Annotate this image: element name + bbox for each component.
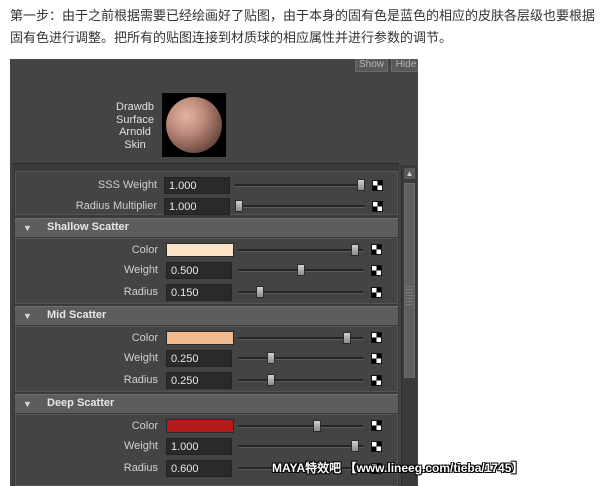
mid-scatter-title: Mid Scatter [47,309,107,321]
sss-weight-field[interactable]: 1.000 [164,177,230,194]
collapse-triangle-icon[interactable]: ▼ [23,220,32,236]
deep-scatter-title: Deep Scatter [47,397,115,409]
deep-color-label: Color [131,420,158,432]
radius-multiplier-label: Radius Multiplier [75,200,157,212]
sss-weight-label: SSS Weight [97,179,157,191]
show-button[interactable]: Show [355,59,388,72]
sss-weight-map-button[interactable] [372,180,383,191]
mid-radius-slider[interactable] [238,379,363,382]
shallow-weight-map-button[interactable] [371,265,382,276]
radius-multiplier-slider-handle[interactable] [235,200,243,212]
mid-color-map-button[interactable] [371,332,382,343]
deep-color-slider[interactable] [238,425,363,428]
scroll-up-arrow-icon[interactable]: ▲ [404,168,415,179]
shallow-color-swatch[interactable] [166,243,234,257]
skin-sphere-render [166,97,222,153]
shallow-radius-slider-handle[interactable] [255,286,264,298]
deep-weight-slider[interactable] [238,445,363,448]
shallow-weight-slider-handle[interactable] [296,264,305,276]
sss-weight-slider-handle[interactable] [357,179,365,191]
intro-paragraph: 第一步：由于之前根据需要已经绘画好了贴图，由于本身的固有色是蓝色的相应的皮肤各层… [10,9,596,46]
shallow-weight-field[interactable]: 0.500 [166,262,232,279]
attribute-editor-panel: Show Hide Drawdb Surface Arnold Skin ▲ S… [10,59,418,486]
deep-color-swatch[interactable] [166,419,234,433]
shallow-weight-label: Weight [123,264,158,276]
deep-weight-label: Weight [123,440,158,452]
material-name-line3: Arnold [119,126,151,138]
shallow-scatter-title: Shallow Scatter [47,221,129,233]
collapse-triangle-icon[interactable]: ▼ [23,396,32,412]
mid-radius-label: Radius [123,374,158,386]
collapse-triangle-icon[interactable]: ▼ [23,308,32,324]
deep-weight-map-button[interactable] [371,441,382,452]
mid-weight-slider[interactable] [238,357,363,360]
radius-multiplier-map-button[interactable] [372,201,383,212]
deep-radius-field[interactable]: 0.600 [166,460,232,477]
vertical-scrollbar[interactable]: ▲ [401,165,417,486]
mid-radius-slider-handle[interactable] [267,374,276,386]
material-name-line1: Drawdb [116,101,154,113]
radius-multiplier-field[interactable]: 1.000 [164,198,230,215]
deep-weight-slider-handle[interactable] [351,440,360,452]
deep-color-map-button[interactable] [371,420,382,431]
sss-weight-slider[interactable] [235,184,365,187]
deep-color-slider-handle[interactable] [312,420,321,432]
deep-weight-field[interactable]: 1.000 [166,438,232,455]
shallow-radius-label: Radius [123,286,158,298]
shallow-color-slider-handle[interactable] [351,244,360,256]
shallow-scatter-header[interactable]: ▼ Shallow Scatter [15,218,398,237]
mid-scatter-header[interactable]: ▼ Mid Scatter [15,306,398,325]
material-name-line2: Surface [116,113,154,126]
mid-color-swatch[interactable] [166,331,234,345]
shallow-color-map-button[interactable] [371,244,382,255]
mid-radius-field[interactable]: 0.250 [166,372,232,389]
mid-color-label: Color [131,332,158,344]
shallow-radius-map-button[interactable] [371,287,382,298]
mid-weight-map-button[interactable] [371,353,382,364]
shallow-radius-field[interactable]: 0.150 [166,284,232,301]
hide-button[interactable]: Hide [391,59,418,72]
material-swatch-preview[interactable] [162,93,226,157]
deep-scatter-header[interactable]: ▼ Deep Scatter [15,394,398,413]
scroll-grip[interactable] [406,285,413,305]
shallow-color-label: Color [131,244,158,256]
shallow-color-slider[interactable] [238,249,363,252]
mid-weight-slider-handle[interactable] [267,352,276,364]
radius-multiplier-slider[interactable] [235,205,365,208]
mid-radius-map-button[interactable] [371,375,382,386]
mid-color-slider-handle[interactable] [343,332,352,344]
scroll-thumb[interactable] [404,183,415,378]
deep-radius-label: Radius [123,462,158,474]
material-name: Drawdb Surface Arnold Skin [110,101,160,151]
site-watermark: MAYA特效吧 【www.lineeg.com/tieba/1745】 [272,461,524,475]
mid-weight-label: Weight [123,352,158,364]
mid-weight-field[interactable]: 0.250 [166,350,232,367]
material-name-line4: Skin [124,138,146,151]
